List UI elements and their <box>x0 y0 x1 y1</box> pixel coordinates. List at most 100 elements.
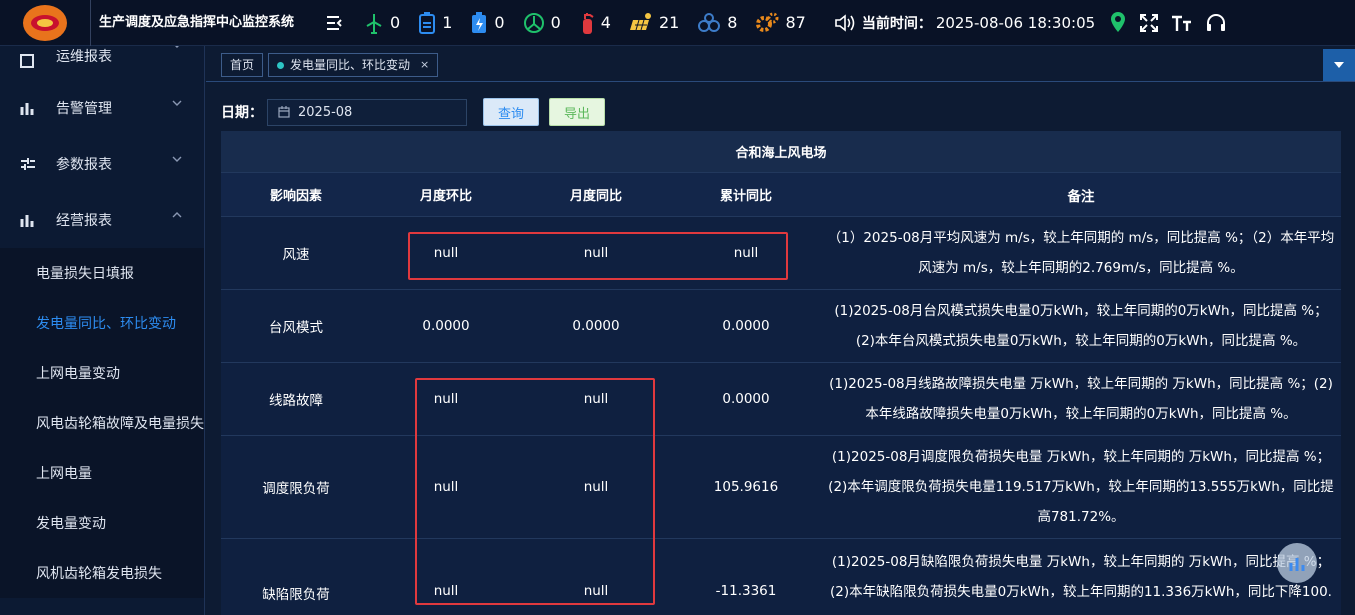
sidebar-item-grid-change[interactable]: 上网电量变动 <box>0 348 204 398</box>
tabs-dropdown-button[interactable] <box>1323 49 1355 81</box>
table-title: 合和海上风电场 <box>221 131 1341 173</box>
sidebar-group-label: 告警管理 <box>56 101 112 117</box>
active-dot <box>277 61 284 69</box>
table-row: 线路故障 null null 0.0000 (1)2025-08月线路故障损失电… <box>221 363 1341 436</box>
sidebar-group-ops-report[interactable]: 运维报表 <box>0 46 204 68</box>
stat-value: 0 <box>494 13 505 32</box>
stat-battery-box[interactable]: 1 <box>418 11 453 34</box>
stat-battery-charge[interactable]: 0 <box>470 11 505 34</box>
company-logo <box>0 0 90 46</box>
current-time: 当前时间： 2025-08-06 18:30:05 <box>834 13 1095 33</box>
date-label: 日期： <box>221 105 263 121</box>
note-cell: (1)2025-08月调度限负荷损失电量 万kWh，较上年同期的 万kWh，同比… <box>828 449 1334 525</box>
tab-label: 发电量同比、环比变动 <box>290 58 411 72</box>
location-pin-icon[interactable] <box>1109 11 1127 35</box>
sidebar-submenu: 电量损失日填报 发电量同比、环比变动 上网电量变动 风电齿轮箱故障及电量损失 上… <box>0 248 204 598</box>
factor-cell: 缺陷限负荷 <box>262 587 330 603</box>
column-header: 累计同比 <box>719 189 772 204</box>
mom-cell: 0.0000 <box>422 318 470 334</box>
factor-cell: 线路故障 <box>269 393 323 409</box>
stat-fire-extinguisher[interactable]: 4 <box>579 12 611 34</box>
sidebar-item-gearbox-fault[interactable]: 风电齿轮箱故障及电量损失 <box>0 398 204 448</box>
tab-home[interactable]: 首页 <box>221 53 264 77</box>
solar-panel-icon <box>629 12 651 30</box>
stat-value: 0 <box>390 13 401 32</box>
sidebar: 运维报表 告警管理 参数报表 经营报表 电量损失日填报 发电量同比、环比变动 上… <box>0 46 205 615</box>
table-row: 调度限负荷 null null 105.9616 (1)2025-08月调度限负… <box>221 436 1341 539</box>
bar-chart-icon <box>20 215 34 227</box>
sidebar-group-label: 运维报表 <box>56 49 112 65</box>
stat-power-station[interactable]: 0 <box>523 12 561 34</box>
stat-value: 1 <box>442 13 453 32</box>
note-cell: (1)2025-08月台风模式损失电量0万kWh，较上年同期的0万kWh，同比提… <box>834 303 1328 349</box>
sidebar-group-alarm[interactable]: 告警管理 <box>0 80 204 136</box>
sidebar-item-gearbox-loss[interactable]: 风机齿轮箱发电损失 <box>0 548 204 598</box>
time-label: 当前时间： <box>861 15 932 32</box>
fire-extinguisher-icon <box>582 12 594 34</box>
bar-chart-icon <box>20 103 34 115</box>
date-value: 2025-08 <box>298 104 353 120</box>
export-button[interactable]: 导出 <box>549 98 605 126</box>
note-cell: (1)2025-08月线路故障损失电量 万kWh，较上年同期的 万kWh，同比提… <box>829 376 1333 422</box>
column-header: 影响因素 <box>269 189 322 204</box>
chart-float-button[interactable] <box>1277 543 1317 583</box>
time-value: 2025-08-06 18:30:05 <box>935 13 1096 32</box>
date-picker[interactable]: 2025-08 <box>267 98 467 126</box>
sidebar-item-generation-change[interactable]: 发电量同比、环比变动 <box>0 298 204 348</box>
table-row: 缺陷限负荷 null null -11.3361 (1)2025-08月缺陷限负… <box>221 539 1341 615</box>
headset-icon[interactable] <box>1205 13 1227 33</box>
fullscreen-icon[interactable] <box>1139 13 1159 33</box>
query-button[interactable]: 查询 <box>483 98 539 126</box>
network-icon <box>698 12 721 32</box>
sidebar-item-grid-energy[interactable]: 上网电量 <box>0 448 204 498</box>
chevron-down-icon <box>172 100 182 106</box>
stat-network[interactable]: 8 <box>697 12 737 34</box>
highlight-box-wind-speed <box>408 232 788 280</box>
stat-wind-turbine[interactable]: 0 <box>364 12 400 34</box>
chevron-down-icon <box>175 46 179 48</box>
wind-turbine-icon <box>366 13 382 34</box>
stat-solar-panel[interactable]: 21 <box>629 12 679 34</box>
top-bar: 生产调度及应急指挥中心监控系统 0 1 0 0 4 21 8 87 当前时间： … <box>0 0 1355 46</box>
calendar-icon <box>278 106 290 118</box>
stat-value: 4 <box>600 13 611 32</box>
stat-gear[interactable]: 87 <box>755 12 806 34</box>
factor-cell: 调度限负荷 <box>262 481 330 497</box>
caret-down-icon <box>1334 62 1344 68</box>
yoy-cell: 0.0000 <box>572 318 620 334</box>
speaker-icon[interactable] <box>834 13 856 33</box>
power-station-icon <box>523 12 544 33</box>
battery-box-icon <box>419 11 436 34</box>
cumulative-cell: 0.0000 <box>722 318 770 334</box>
table-header: 影响因素 月度环比 月度同比 累计同比 备注 <box>221 173 1341 217</box>
report-icon <box>20 54 34 68</box>
menu-toggle-icon[interactable] <box>326 15 350 31</box>
chevron-down-icon <box>172 156 182 162</box>
sliders-icon <box>21 158 35 170</box>
sidebar-item-generation-variation[interactable]: 发电量变动 <box>0 498 204 548</box>
font-size-icon[interactable] <box>1171 13 1193 33</box>
sidebar-group-params[interactable]: 参数报表 <box>0 136 204 192</box>
header-tools <box>1109 11 1239 35</box>
note-cell: （1）2025-08月平均风速为 m/s，较上年同期的 m/s，同比提高 %；（… <box>827 230 1335 276</box>
bar-chart-icon <box>1289 558 1305 571</box>
sidebar-item-loss-daily[interactable]: 电量损失日填报 <box>0 248 204 298</box>
factor-cell: 台风模式 <box>269 320 323 336</box>
cumulative-cell: -11.3361 <box>715 583 777 599</box>
stat-value: 0 <box>550 13 561 32</box>
sidebar-group-label: 经营报表 <box>56 213 112 229</box>
stat-value: 8 <box>727 13 738 32</box>
chevron-up-icon <box>172 212 182 218</box>
table-row: 台风模式 0.0000 0.0000 0.0000 (1)2025-08月台风模… <box>221 290 1341 363</box>
system-title: 生产调度及应急指挥中心监控系统 <box>90 0 320 46</box>
highlight-box-null-values <box>415 378 655 605</box>
column-header: 月度同比 <box>569 189 622 204</box>
column-header: 月度环比 <box>419 189 472 204</box>
stat-value: 21 <box>658 13 680 32</box>
column-header: 备注 <box>1067 188 1095 205</box>
tab-generation-change[interactable]: 发电量同比、环比变动 × <box>268 53 439 77</box>
note-cell: (1)2025-08月缺陷限负荷损失电量 万kWh，较上年同期的 万kWh，同比… <box>830 554 1332 600</box>
close-icon[interactable]: × <box>420 54 429 76</box>
battery-charge-icon <box>472 11 487 33</box>
sidebar-group-business[interactable]: 经营报表 <box>0 192 204 248</box>
